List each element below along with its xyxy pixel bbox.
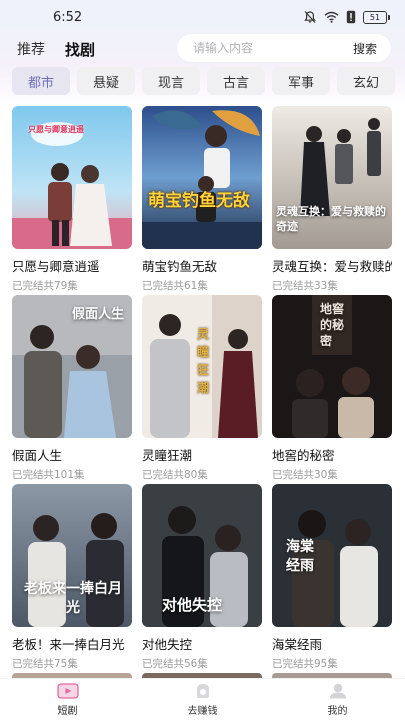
- drama-poster: 对他失控: [142, 484, 262, 627]
- drama-poster: 灵瞳狂潮: [142, 295, 262, 438]
- battery-level: 51: [369, 12, 381, 22]
- mute-bell-icon: [304, 11, 316, 23]
- drama-title: 假面人生: [12, 448, 63, 463]
- episode-count: 已完结共33集: [272, 280, 338, 292]
- poster-caption: 假面人生: [71, 307, 124, 322]
- drama-title: 对他失控: [142, 637, 193, 652]
- poster-caption: 地窖的秘密: [320, 302, 345, 348]
- bottom-navigation: 短剧 去赚钱 我的: [0, 678, 405, 720]
- drama-poster: 萌宝钓鱼无敌: [142, 106, 262, 249]
- nav-label: 去赚钱: [187, 706, 218, 717]
- drama-card[interactable]: 假面人生 假面人生 已完结共101集: [12, 295, 132, 484]
- drama-card[interactable]: 对他失控 对他失控 已完结共56集: [142, 484, 262, 673]
- drama-poster: 假面人生: [12, 295, 132, 438]
- drama-poster: 地窖的秘密: [272, 295, 392, 438]
- drama-title: 老板！来一捧白月光: [12, 637, 125, 652]
- episode-count: 已完结共30集: [272, 469, 338, 481]
- drama-card[interactable]: 萌宝钓鱼无敌 萌宝钓鱼无敌 已完结共61集: [142, 106, 262, 295]
- episode-count: 已完结共80集: [142, 469, 208, 481]
- category-chip[interactable]: 悬疑: [77, 67, 135, 95]
- category-chip[interactable]: 玄幻: [337, 67, 395, 95]
- category-tabs: 都市 悬疑 现言 古言 军事 玄幻: [0, 66, 405, 96]
- drama-poster: 海棠经雨: [272, 484, 392, 627]
- nav-label: 我的: [327, 706, 348, 717]
- episode-count: 已完结共75集: [12, 658, 78, 670]
- nav-short-drama[interactable]: 短剧: [13, 679, 123, 717]
- poster-caption: 灵瞳狂潮: [197, 327, 210, 395]
- tab-find-drama[interactable]: 找剧: [65, 39, 95, 60]
- episode-count: 已完结共79集: [12, 280, 78, 292]
- drama-poster: 只愿与卿意逍遥: [12, 106, 132, 249]
- category-chip[interactable]: 现言: [142, 67, 200, 95]
- drama-card[interactable]: 海棠经雨 海棠经雨 已完结共95集: [272, 484, 392, 673]
- search-bar: 搜索: [177, 34, 391, 62]
- wifi-icon: [324, 11, 339, 23]
- category-chip[interactable]: 都市: [12, 67, 70, 95]
- nav-label: 短剧: [57, 706, 78, 717]
- drama-card[interactable]: 地窖的秘密 地窖的秘密 已完结共30集: [272, 295, 392, 484]
- drama-grid: 只愿与卿意逍遥 只愿与卿意逍遥 已完结共79集 萌宝钓鱼无敌 萌宝钓鱼无敌 已完…: [12, 106, 393, 673]
- alert-icon: [346, 10, 356, 24]
- status-bar: 6:52 51: [0, 0, 405, 34]
- drama-card[interactable]: 灵魂互换：爱与救赎的奇迹 灵魂互换：爱与救赎的奇迹 已完结共33集: [272, 106, 392, 295]
- drama-title: 海棠经雨: [272, 637, 323, 652]
- poster-caption: 灵魂互换：爱与救赎的奇迹: [276, 205, 386, 233]
- poster-caption: 海棠经雨: [286, 539, 314, 574]
- status-time: 6:52: [53, 9, 83, 25]
- profile-icon: [329, 683, 346, 699]
- nav-profile[interactable]: 我的: [283, 679, 393, 717]
- short-drama-icon: [56, 683, 79, 699]
- drama-title: 地窖的秘密: [272, 448, 335, 463]
- poster-caption: 对他失控: [162, 596, 223, 614]
- episode-count: 已完结共101集: [12, 469, 85, 481]
- category-chip[interactable]: 古言: [207, 67, 265, 95]
- category-chip[interactable]: 军事: [272, 67, 330, 95]
- nav-earn-money[interactable]: 去赚钱: [148, 679, 258, 717]
- tab-recommend[interactable]: 推荐: [17, 39, 45, 59]
- poster-caption: 只愿与卿意逍遥: [28, 124, 84, 134]
- drama-card[interactable]: 只愿与卿意逍遥 只愿与卿意逍遥 已完结共79集: [12, 106, 132, 295]
- episode-count: 已完结共61集: [142, 280, 208, 292]
- drama-card[interactable]: 灵瞳狂潮 灵瞳狂潮 已完结共80集: [142, 295, 262, 484]
- poster-caption: 萌宝钓鱼无敌: [148, 191, 250, 211]
- search-input[interactable]: [193, 41, 323, 55]
- earn-money-icon: [196, 684, 209, 698]
- drama-title: 只愿与卿意逍遥: [12, 259, 100, 274]
- drama-card[interactable]: 老板来一捧白月光 老板！来一捧白月光 已完结共75集: [12, 484, 132, 673]
- search-button[interactable]: 搜索: [353, 40, 377, 57]
- episode-count: 已完结共95集: [272, 658, 338, 670]
- top-header: 推荐 找剧 搜索: [0, 34, 405, 64]
- drama-title: 萌宝钓鱼无敌: [142, 259, 218, 274]
- drama-title: 灵瞳狂潮: [142, 448, 193, 463]
- battery-icon: 51: [363, 10, 390, 24]
- status-icons: 51: [303, 10, 390, 24]
- drama-poster: 灵魂互换：爱与救赎的奇迹: [272, 106, 392, 249]
- poster-caption: 老板来一捧白月光: [24, 581, 122, 616]
- drama-title: 灵魂互换：爱与救赎的奇迹: [272, 259, 392, 274]
- drama-poster: 老板来一捧白月光: [12, 484, 132, 627]
- episode-count: 已完结共56集: [142, 658, 208, 670]
